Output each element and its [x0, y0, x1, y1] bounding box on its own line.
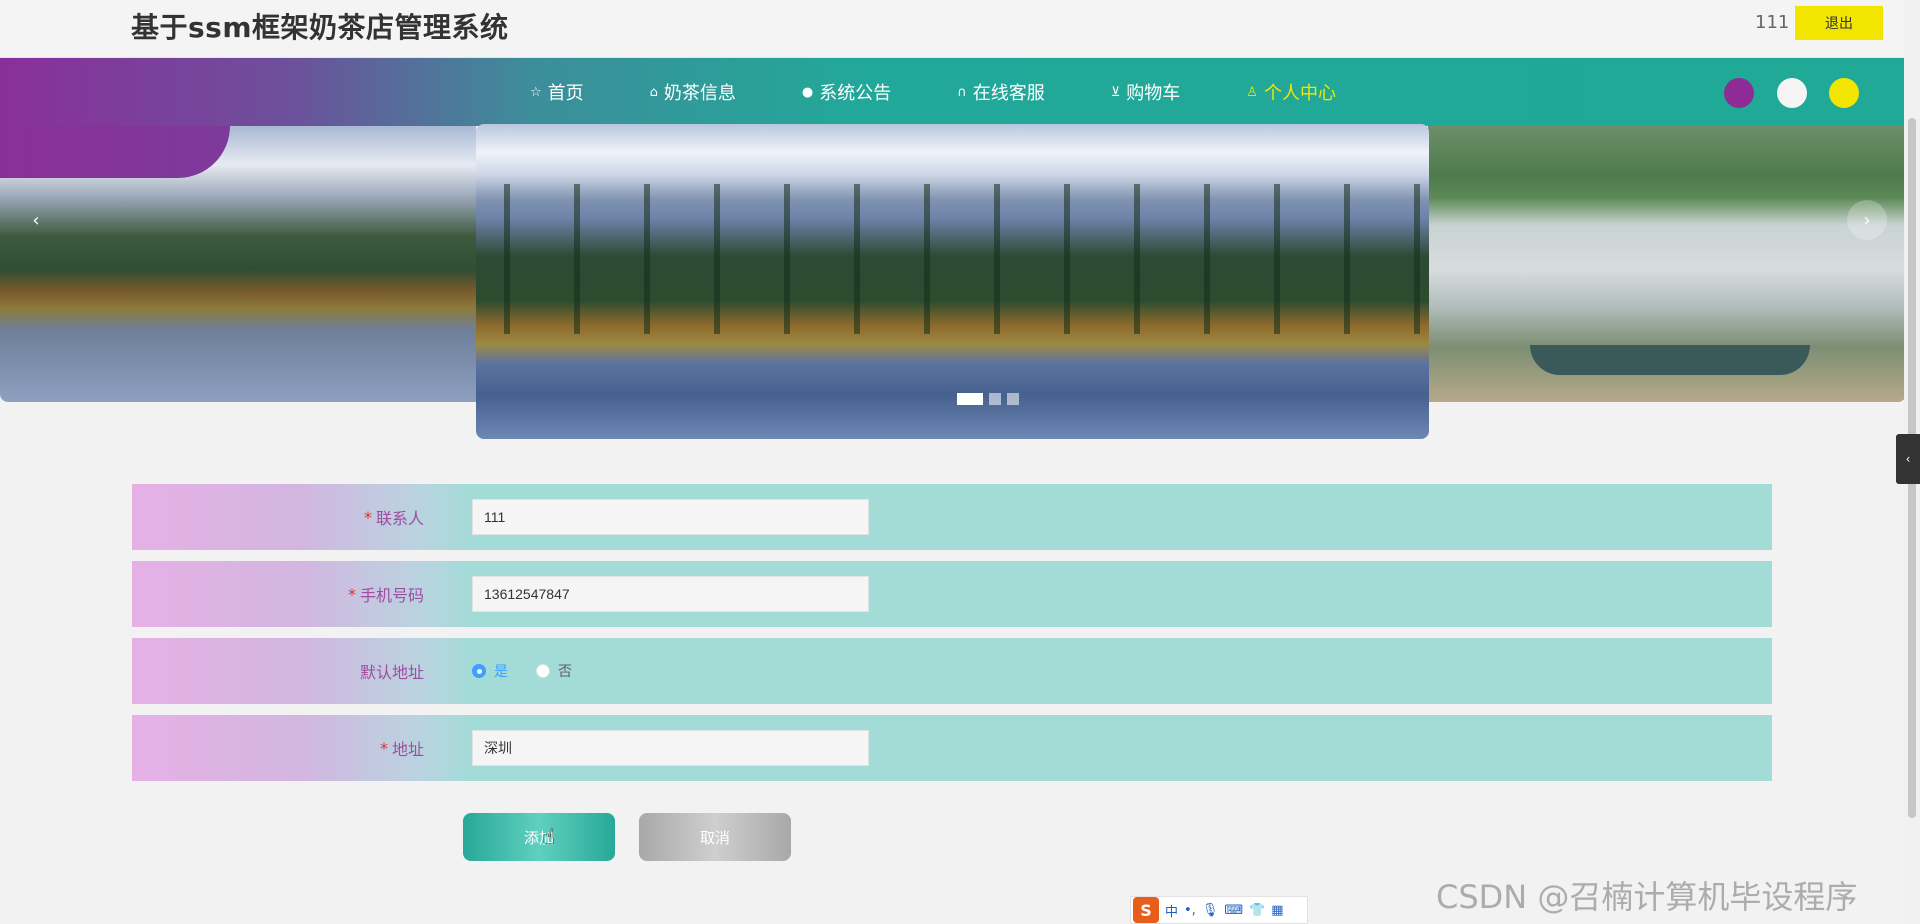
star-icon: ☆ — [530, 84, 542, 100]
required-mark: * — [363, 507, 372, 527]
carousel-slide-active — [476, 124, 1429, 439]
carousel-dot[interactable] — [989, 393, 1001, 405]
carousel-dot[interactable] — [1007, 393, 1019, 405]
nav-item-milk-tea[interactable]: ⌂ 奶茶信息 — [650, 79, 736, 105]
phone-label: * 手机号码 — [132, 561, 472, 627]
boat-image — [1530, 345, 1810, 375]
radio-no[interactable]: 否 — [536, 661, 572, 681]
default-address-label: 默认地址 — [132, 638, 472, 704]
username: 111 — [1755, 12, 1790, 33]
theme-color-white[interactable] — [1777, 78, 1807, 108]
address-input[interactable]: 深圳 — [472, 730, 869, 766]
carousel-next-arrow[interactable]: › — [1847, 200, 1887, 240]
nav-item-customer-service[interactable]: ∩ 在线客服 — [957, 79, 1045, 105]
top-header: 基于ssm框架奶茶店管理系统 111 退出 — [0, 0, 1904, 58]
site-title: 基于ssm框架奶茶店管理系统 — [131, 11, 509, 44]
bag-icon: ⌂ — [649, 84, 658, 100]
nav-item-cart[interactable]: ⊻ 购物车 — [1111, 79, 1181, 105]
side-collapse-tab[interactable]: ‹ — [1896, 434, 1920, 484]
nav-item-home[interactable]: ☆ 首页 — [530, 79, 584, 105]
form-row-address: * 地址 深圳 — [132, 715, 1772, 781]
nav-item-label: 购物车 — [1126, 83, 1181, 104]
watermark: CSDN @召楠计算机毕设程序 — [1436, 878, 1858, 916]
contact-label: * 联系人 — [132, 484, 472, 550]
form-row-phone: * 手机号码 13612547847 — [132, 561, 1772, 627]
nav-item-label: 系统公告 — [819, 83, 892, 104]
radio-circle — [536, 664, 550, 678]
carousel-indicators — [957, 393, 1019, 405]
theme-color-purple[interactable] — [1724, 78, 1754, 108]
ime-mode[interactable]: 中 — [1165, 901, 1178, 920]
required-mark: * — [347, 584, 356, 604]
radio-yes-label: 是 — [494, 664, 508, 680]
nav-item-label: 在线客服 — [972, 83, 1045, 104]
contact-input[interactable]: 111 — [472, 499, 869, 535]
apps-grid-icon[interactable]: ▦ — [1271, 903, 1283, 918]
address-label-text: 地址 — [391, 740, 424, 759]
form-row-default-address: 默认地址 是 否 — [132, 638, 1772, 704]
info-icon: ● — [801, 84, 814, 100]
cancel-button[interactable]: 取消 — [639, 813, 791, 861]
carousel-dot[interactable] — [957, 393, 983, 405]
tree-silhouettes — [476, 184, 1429, 334]
nav-item-profile[interactable]: ♙ 个人中心 — [1246, 79, 1336, 105]
punctuation-icon[interactable]: •, — [1184, 903, 1196, 918]
banner-decoration — [0, 126, 230, 178]
theme-color-yellow[interactable] — [1829, 78, 1859, 108]
microphone-icon[interactable]: 🎙 — [1202, 903, 1219, 918]
nav-item-announcements[interactable]: ● 系统公告 — [802, 79, 891, 105]
nav-item-label: 首页 — [547, 83, 584, 104]
headset-icon: ∩ — [957, 84, 967, 100]
radio-yes[interactable]: 是 — [472, 661, 508, 681]
sogou-logo-icon: S — [1133, 897, 1159, 923]
radio-no-label: 否 — [558, 664, 572, 680]
keyboard-icon[interactable]: ⌨ — [1224, 903, 1243, 918]
skin-icon[interactable]: 👕 — [1249, 903, 1265, 918]
user-icon: ♙ — [1246, 84, 1258, 100]
form-row-contact: * 联系人 111 — [132, 484, 1772, 550]
main-nav: ☆ 首页 ⌂ 奶茶信息 ● 系统公告 ∩ 在线客服 ⊻ 购物车 ♙ 个人中心 — [0, 58, 1904, 126]
default-address-label-text: 默认地址 — [359, 663, 424, 682]
carousel-prev-arrow[interactable]: ‹ — [16, 200, 56, 240]
logout-button[interactable]: 退出 — [1795, 6, 1883, 40]
radio-circle — [472, 664, 486, 678]
phone-label-text: 手机号码 — [359, 586, 424, 605]
nav-item-label: 奶茶信息 — [663, 83, 736, 104]
nav-item-label: 个人中心 — [1263, 83, 1336, 104]
ime-toolbar[interactable]: S 中 •, 🎙 ⌨ 👕 ▦ — [1130, 896, 1308, 924]
required-mark: * — [379, 738, 388, 758]
default-address-radio-group: 是 否 — [472, 661, 572, 681]
phone-input[interactable]: 13612547847 — [472, 576, 869, 612]
address-label: * 地址 — [132, 715, 472, 781]
contact-label-text: 联系人 — [375, 509, 424, 528]
pointer-cursor-icon: ☝ — [542, 825, 556, 850]
add-button[interactable]: 添加 — [463, 813, 615, 861]
cart-icon: ⊻ — [1110, 84, 1121, 100]
